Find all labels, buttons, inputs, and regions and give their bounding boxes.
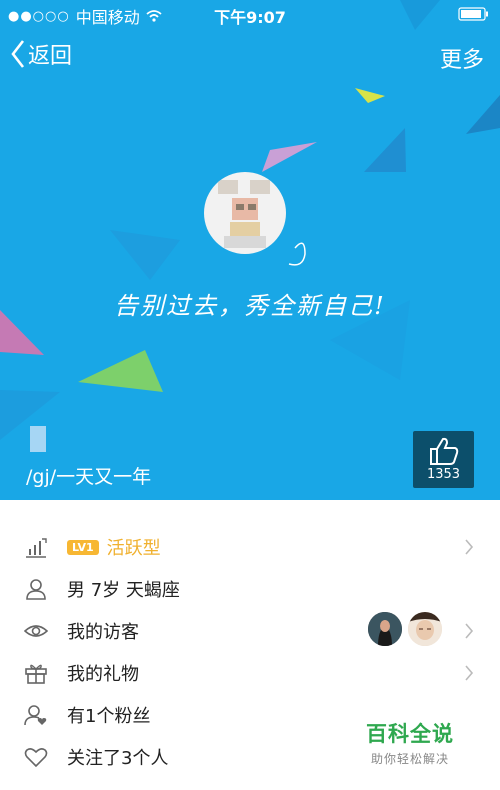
watermark-title: 百科全说	[366, 722, 454, 746]
visitors-label: 我的访客	[67, 622, 139, 643]
profile-avatar[interactable]	[204, 172, 286, 254]
profile-signature: /gj/一天又一年	[26, 466, 152, 488]
chevron-right-icon	[465, 623, 474, 639]
list-item-visitors[interactable]: 我的访客	[0, 610, 500, 652]
list-item-basic-info: 男 7岁 天蝎座	[0, 568, 500, 610]
profile-screen: ●●○○○ 中国移动 下午9:07 返回 更多 告别过去，秀全新自己! /gj/…	[0, 0, 500, 790]
gift-icon	[25, 664, 47, 684]
list-item-level[interactable]: LV1 活跃型	[0, 526, 500, 568]
eye-icon	[24, 625, 48, 637]
battery-icon	[458, 7, 488, 21]
profile-tagline: 告别过去，秀全新自己!	[114, 292, 386, 320]
fans-label: 有1个粉丝	[67, 706, 151, 727]
list-item-gifts[interactable]: 我的礼物	[0, 652, 500, 694]
watermark-logo: 百科全说 助你轻松解决	[366, 718, 454, 767]
status-time: 下午9:07	[214, 8, 286, 27]
level-chart-icon	[26, 538, 47, 558]
heart-icon	[24, 748, 48, 768]
following-label: 关注了3个人	[67, 748, 169, 769]
status-bar: ●●○○○ 中国移动 下午9:07	[0, 0, 500, 28]
chevron-left-icon	[11, 40, 25, 68]
back-label: 返回	[28, 44, 73, 69]
level-type: 活跃型	[106, 538, 161, 559]
fans-icon	[24, 705, 47, 726]
watermark-subtitle: 助你轻松解决	[370, 752, 449, 766]
back-button[interactable]: 返回	[10, 38, 72, 70]
chevron-right-icon	[465, 665, 474, 681]
like-count: 1353	[426, 467, 461, 482]
like-button[interactable]: 1353	[413, 431, 474, 488]
thumbs-up-icon	[430, 437, 459, 465]
more-button[interactable]: 更多	[440, 42, 484, 74]
gifts-label: 我的礼物	[67, 664, 139, 685]
level-avatar-thumbnail	[30, 426, 46, 452]
visitor-avatar[interactable]	[368, 612, 402, 646]
visitor-avatar[interactable]	[408, 612, 442, 646]
chevron-right-icon	[465, 539, 474, 555]
level-badge: LV1	[67, 539, 99, 555]
nav-bar: 返回 更多	[0, 38, 500, 78]
profile-hero: ●●○○○ 中国移动 下午9:07 返回 更多 告别过去，秀全新自己! /gj/…	[0, 0, 500, 500]
level-label: LV1 活跃型	[67, 534, 161, 560]
basic-info-label: 男 7岁 天蝎座	[67, 580, 180, 601]
user-icon	[26, 579, 46, 600]
